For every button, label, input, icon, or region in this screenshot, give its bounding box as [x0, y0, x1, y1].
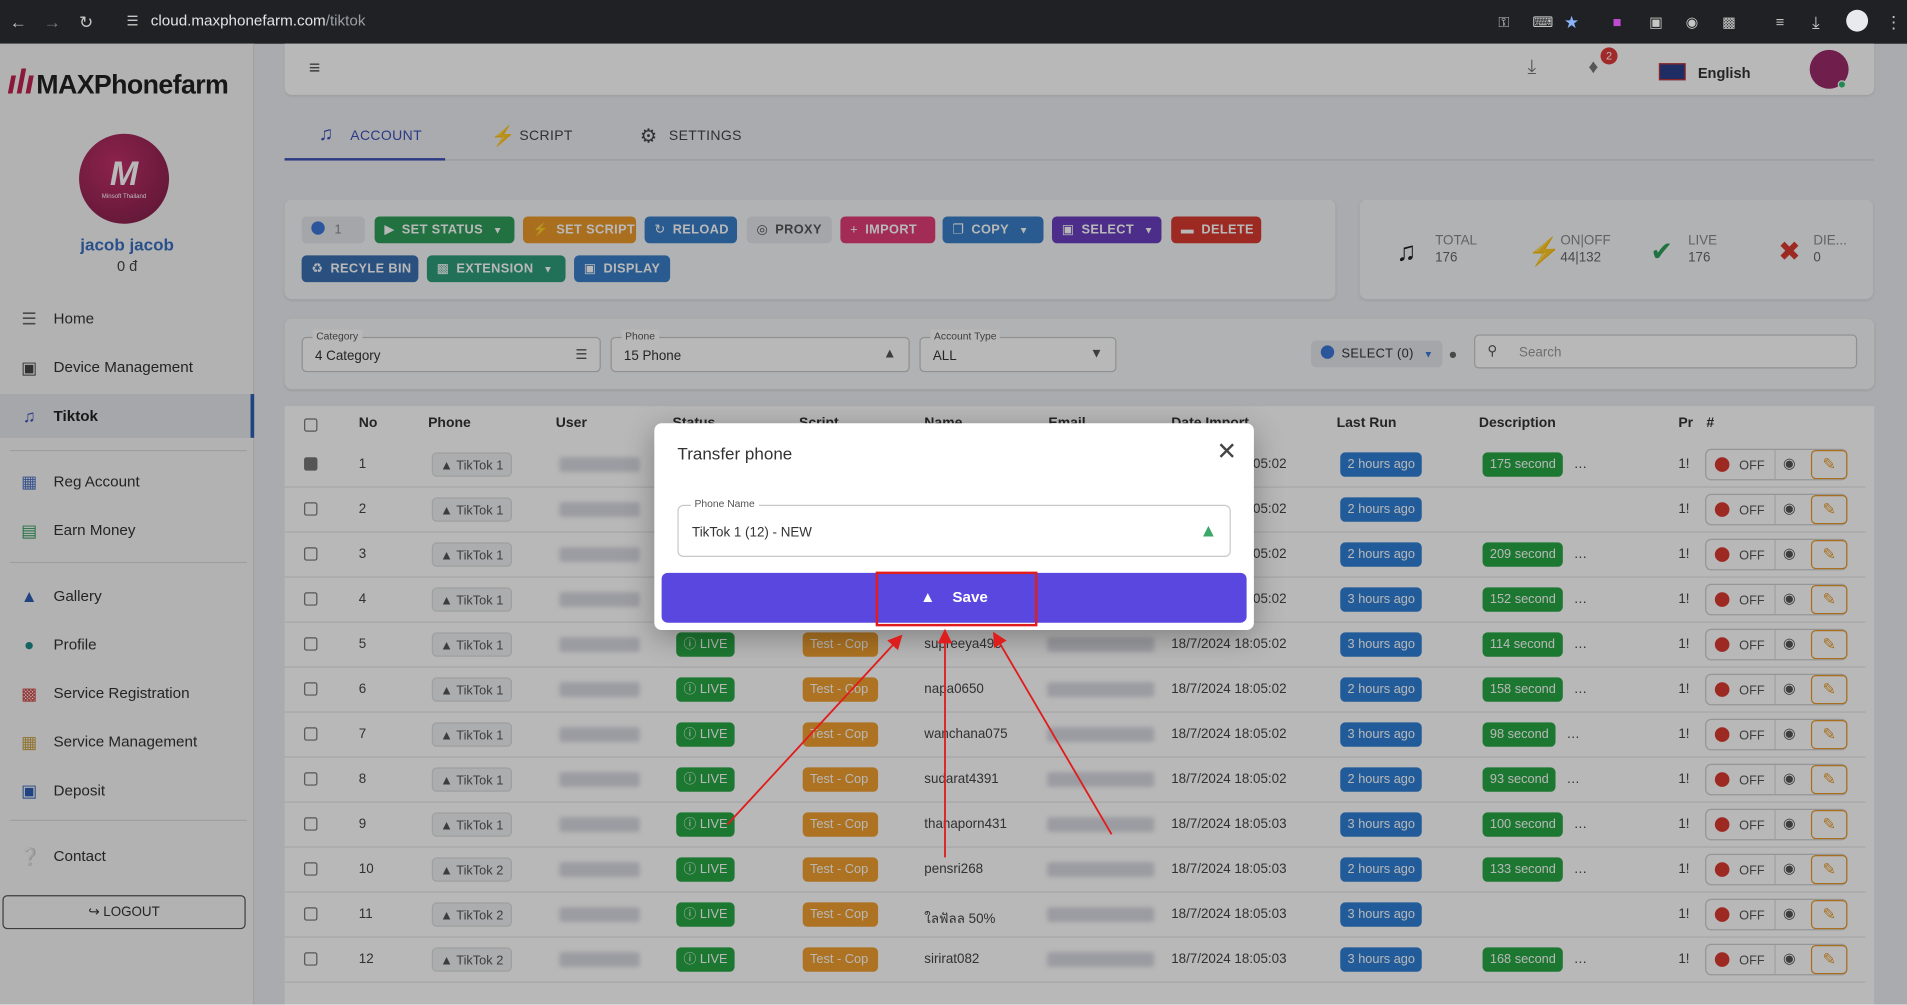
- annotation-arrow: [993, 631, 1113, 835]
- annotation-arrow: [726, 634, 903, 826]
- annotation-arrows: [726, 628, 1113, 858]
